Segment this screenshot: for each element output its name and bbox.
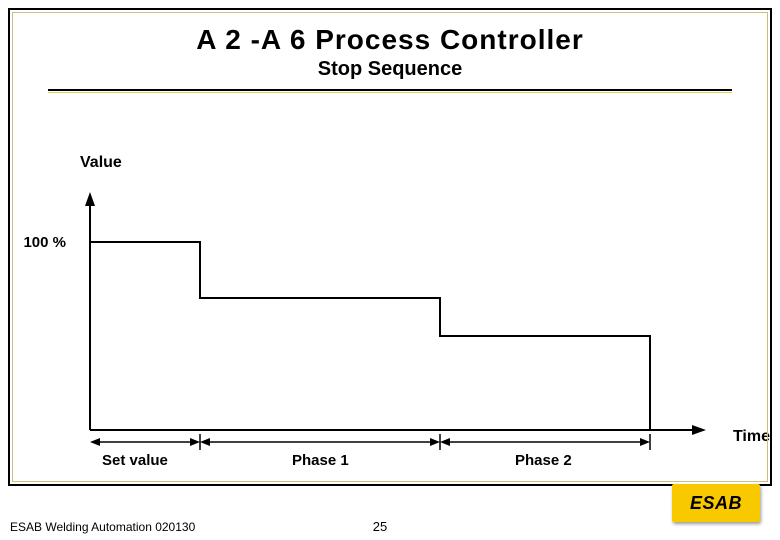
chart-area: Value 100 % Time bbox=[70, 160, 730, 460]
slide-subtitle: Stop Sequence bbox=[10, 58, 770, 81]
logo-text: ESAB bbox=[690, 493, 742, 514]
label-phase2: Phase 2 bbox=[515, 452, 572, 469]
slide-frame: A 2 -A 6 Process Controller Stop Sequenc… bbox=[8, 8, 772, 486]
x-axis-label: Time bbox=[733, 428, 770, 446]
label-phase1: Phase 1 bbox=[292, 452, 349, 469]
page-number: 25 bbox=[0, 519, 760, 534]
esab-logo: ESAB bbox=[672, 484, 760, 522]
step-chart-svg bbox=[70, 160, 730, 460]
slide-title: A 2 -A 6 Process Controller bbox=[10, 24, 770, 56]
y-tick-100: 100 % bbox=[10, 234, 66, 251]
label-set-value: Set value bbox=[102, 452, 168, 469]
divider bbox=[48, 89, 732, 93]
